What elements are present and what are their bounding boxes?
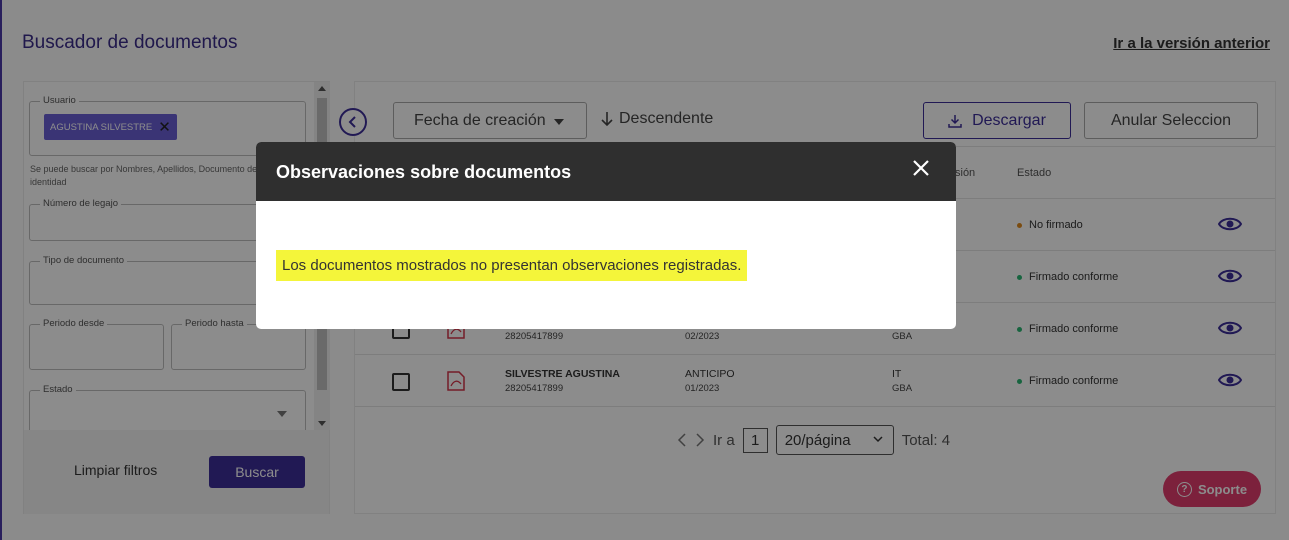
modal-header: Observaciones sobre documentos bbox=[256, 142, 956, 201]
modal-message: Los documentos mostrados no presentan ob… bbox=[276, 250, 748, 281]
modal-title: Observaciones sobre documentos bbox=[276, 162, 572, 182]
close-icon[interactable] bbox=[911, 158, 931, 178]
observations-modal: Observaciones sobre documentos Los docum… bbox=[256, 142, 956, 329]
modal-body: Los documentos mostrados no presentan ob… bbox=[256, 201, 956, 329]
